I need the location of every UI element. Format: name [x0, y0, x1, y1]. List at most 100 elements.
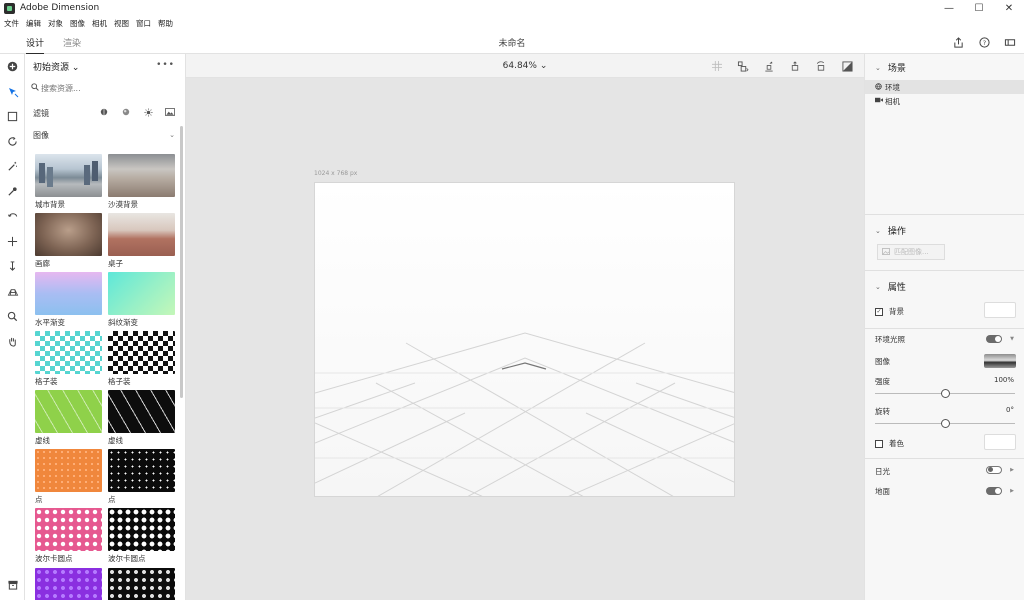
sunlight-toggle[interactable] — [986, 466, 1002, 474]
ground-toggle[interactable] — [986, 487, 1002, 495]
menu-image[interactable]: 图像 — [70, 18, 85, 29]
tint-color-swatch[interactable] — [984, 434, 1016, 450]
more-options-button[interactable]: ••• — [156, 60, 175, 70]
document-title: 未命名 — [498, 39, 526, 49]
asset-item[interactable]: 水平渐变 — [35, 272, 102, 331]
search-input[interactable] — [41, 83, 171, 93]
asset-thumbnail — [35, 390, 102, 433]
asset-thumbnail — [108, 331, 175, 374]
assets-scrollbar[interactable] — [180, 126, 183, 398]
assets-library-dropdown[interactable]: 初始资源 ⌄ — [33, 60, 79, 73]
image-filter-icon[interactable] — [163, 108, 177, 118]
canvas-toolbar: 64.84% ⌄ — [186, 54, 864, 78]
actions-section-header[interactable]: ⌄ 操作 — [875, 224, 906, 238]
align-icon[interactable] — [734, 58, 752, 74]
asset-item[interactable]: 点 — [35, 449, 102, 508]
select-icon[interactable] — [0, 79, 25, 104]
environment-image-preview[interactable] — [984, 354, 1016, 368]
learn-icon[interactable] — [1002, 34, 1018, 50]
drop-to-ground-icon[interactable] — [760, 58, 778, 74]
minimize-button[interactable]: — — [934, 0, 964, 16]
asset-thumbnail — [35, 213, 102, 256]
asset-item[interactable]: 桌子 — [108, 213, 175, 272]
scene-item-camera[interactable]: 相机 — [865, 94, 1024, 108]
zoom-icon[interactable] — [0, 304, 25, 329]
pan-orbit-icon[interactable] — [0, 204, 25, 229]
share-icon[interactable] — [950, 34, 966, 50]
env-light-toggle[interactable] — [986, 335, 1002, 343]
menu-file[interactable]: 文件 — [4, 18, 19, 29]
divider — [865, 458, 1024, 459]
search-icon — [31, 83, 41, 93]
horizon-icon[interactable] — [0, 279, 25, 304]
menu-help[interactable]: 帮助 — [158, 18, 173, 29]
asset-item[interactable]: 格子装 — [35, 331, 102, 390]
assets-icon[interactable] — [0, 574, 25, 594]
menu-view[interactable]: 视图 — [114, 18, 129, 29]
asset-item[interactable]: 虚线 — [108, 390, 175, 449]
menu-window[interactable]: 窗口 — [136, 18, 151, 29]
match-image-button[interactable]: 匹配图像... — [877, 244, 945, 260]
asset-item[interactable]: 画廊 — [35, 213, 102, 272]
asset-item[interactable] — [108, 568, 175, 600]
chevron-down-icon: ⌄ — [539, 61, 548, 71]
background-color-swatch[interactable] — [984, 302, 1016, 318]
asset-item[interactable]: 斜纹渐变 — [108, 272, 175, 331]
help-icon[interactable]: ? — [976, 34, 992, 50]
background-checkbox[interactable]: ✓ — [875, 307, 883, 316]
menu-camera[interactable]: 相机 — [92, 18, 107, 29]
tint-checkbox[interactable] — [875, 439, 883, 448]
center-object-icon[interactable] — [786, 58, 804, 74]
properties-section-header[interactable]: ⌄ 属性 — [875, 280, 906, 294]
app-title: Adobe Dimension — [20, 3, 100, 13]
add-icon[interactable] — [0, 54, 25, 79]
light-filter-icon[interactable] — [141, 107, 155, 119]
close-button[interactable]: ✕ — [994, 0, 1024, 16]
env-light-expand-icon[interactable]: ▼ — [1010, 336, 1014, 342]
magic-wand-icon[interactable] — [0, 154, 25, 179]
asset-item[interactable]: 虚线 — [35, 390, 102, 449]
sampler-icon[interactable] — [0, 179, 25, 204]
image-label: 图像 — [875, 357, 890, 366]
asset-item[interactable]: 城市背景 — [35, 154, 102, 213]
grid-icon[interactable] — [708, 58, 726, 74]
rotation-slider[interactable] — [875, 419, 1015, 428]
tool-bar — [0, 54, 25, 600]
asset-label: 格子装 — [35, 377, 58, 386]
intensity-label: 强度 — [875, 377, 890, 386]
asset-item[interactable]: 沙漠背景 — [108, 154, 175, 213]
zoom-level: 64.84% — [502, 61, 537, 71]
asset-item[interactable]: 波尔卡圆点 — [35, 508, 102, 567]
intensity-slider-knob[interactable] — [940, 389, 950, 398]
maximize-button[interactable]: ☐ — [964, 0, 994, 16]
rotation-slider-knob[interactable] — [940, 419, 950, 428]
background-label: 背景 — [889, 307, 904, 316]
asset-item[interactable]: 格子装 — [108, 331, 175, 390]
move-icon[interactable] — [0, 229, 25, 254]
menu-object[interactable]: 对象 — [48, 18, 63, 29]
properties-panel: ⌄ 场景 环境 相机 ⌄ 操作 匹配图像... ⌄ 属性 ✓ 背景 环境光照 ▼… — [864, 54, 1024, 600]
scene-section-header[interactable]: ⌄ 场景 — [875, 61, 906, 75]
render-preview-icon[interactable] — [838, 58, 856, 74]
asset-item[interactable]: 点 — [108, 449, 175, 508]
rotate-object-icon[interactable] — [812, 58, 830, 74]
env-light-label: 环境光照 — [875, 335, 905, 344]
svg-text:?: ? — [982, 38, 985, 46]
asset-item[interactable]: 波尔卡圆点 — [108, 508, 175, 567]
intensity-slider[interactable] — [875, 389, 1015, 398]
menu-edit[interactable]: 编辑 — [26, 18, 41, 29]
section-chevron-icon[interactable]: ⌄ — [169, 131, 175, 139]
ground-label: 地面 — [875, 487, 890, 496]
scene-canvas[interactable] — [314, 182, 735, 497]
hand-icon[interactable] — [0, 329, 25, 354]
dolly-icon[interactable] — [0, 254, 25, 279]
orbit-icon[interactable] — [0, 129, 25, 154]
material-filter-icon[interactable] — [119, 108, 133, 118]
ground-expand-icon[interactable]: ▶ — [1010, 488, 1014, 494]
scene-item-environment[interactable]: 环境 — [865, 80, 1024, 94]
rect-select-icon[interactable] — [0, 104, 25, 129]
asset-item[interactable] — [35, 568, 102, 600]
sunlight-expand-icon[interactable]: ▶ — [1010, 467, 1014, 473]
asset-label: 城市背景 — [35, 200, 65, 209]
model-filter-icon[interactable] — [97, 108, 111, 118]
